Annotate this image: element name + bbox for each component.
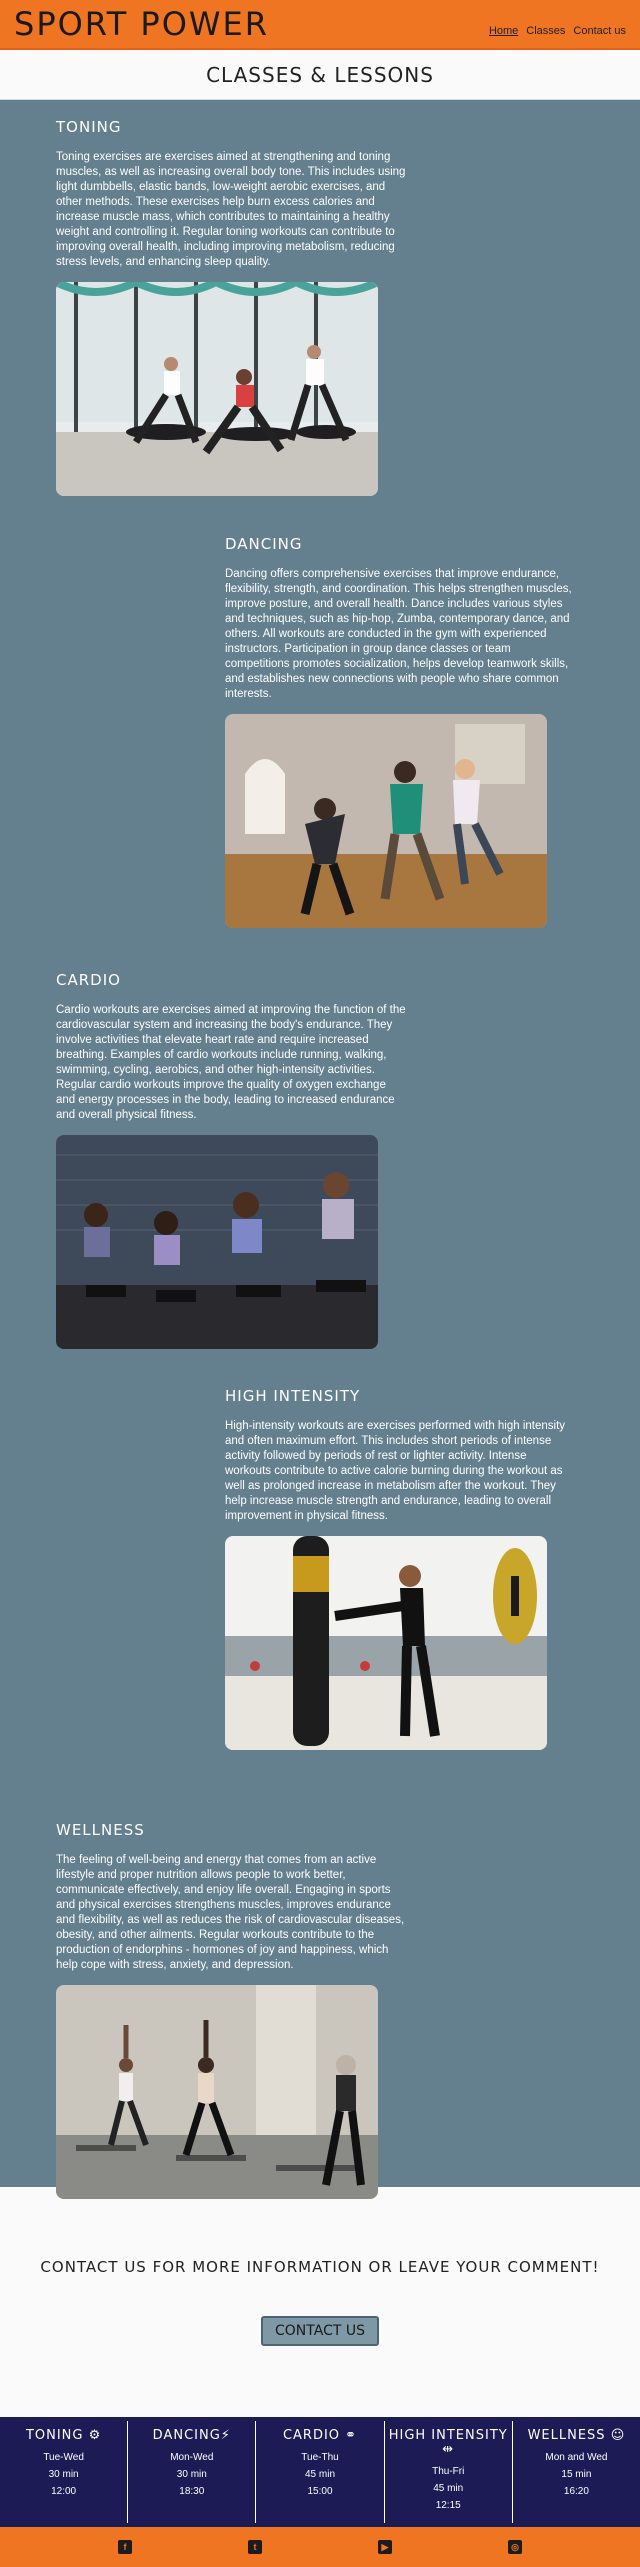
wellness-image	[56, 1985, 378, 2199]
class-toning: TONING Toning exercises are exercises ai…	[56, 118, 406, 496]
youtube-icon[interactable]: ▶	[378, 2540, 392, 2554]
facebook-icon[interactable]: f	[118, 2540, 132, 2554]
schedule-title: TONING ⚙	[26, 2429, 101, 2443]
schedule-bar: TONING ⚙ Tue-Wed 30 min 12:00 DANCING⚡ M…	[0, 2417, 640, 2527]
meditation-icon: ☺	[605, 2428, 626, 2443]
site-footer: f t ▶ ◎	[0, 2527, 640, 2567]
schedule-days: Mon and Wed	[545, 2452, 608, 2463]
schedule-time: 12:15	[435, 2500, 461, 2511]
class-title: TONING	[56, 118, 122, 136]
dumbbell-icon: ⚙	[83, 2428, 102, 2443]
nav-home-link[interactable]: Home	[489, 25, 518, 37]
classes-section: TONING Toning exercises are exercises ai…	[0, 100, 640, 2199]
schedule-time: 18:30	[179, 2486, 205, 2497]
page-title-bar: CLASSES & LESSONS	[0, 50, 640, 100]
schedule-title: DANCING⚡	[153, 2429, 231, 2443]
brand-logo[interactable]: SPORT POWER	[14, 5, 269, 43]
class-high-intensity: HIGH INTENSITY High-intensity workouts a…	[225, 1387, 575, 1750]
schedule-high-intensity: HIGH INTENSITY ⇹ Thu-Fri 45 min 12:15	[385, 2421, 513, 2523]
schedule-name: WELLNESS	[527, 2428, 606, 2443]
class-description: Cardio workouts are exercises aimed at i…	[56, 1004, 406, 1121]
nav-contact-link[interactable]: Contact us	[573, 25, 626, 37]
class-title: CARDIO	[56, 971, 121, 989]
schedule-name: DANCING	[152, 2428, 221, 2443]
schedule-name: CARDIO	[282, 2428, 341, 2443]
schedule-duration: 45 min	[433, 2483, 464, 2494]
toning-photo	[56, 282, 378, 496]
high-intensity-photo	[225, 1536, 547, 1750]
schedule-name: HIGH INTENSITY	[388, 2428, 508, 2443]
schedule-toning: TONING ⚙ Tue-Wed 30 min 12:00	[0, 2421, 129, 2523]
schedule-days: Mon-Wed	[170, 2452, 214, 2463]
class-dancing: DANCING Dancing offers comprehensive exe…	[225, 535, 575, 928]
schedule-dancing: DANCING⚡ Mon-Wed 30 min 18:30	[128, 2421, 257, 2523]
class-description: The feeling of well-being and energy tha…	[56, 1854, 405, 1971]
schedule-days: Tue-Wed	[43, 2452, 84, 2463]
cardio-photo	[56, 1135, 378, 1349]
schedule-time: 15:00	[307, 2486, 333, 2497]
dancing-photo	[225, 714, 547, 928]
schedule-wellness: WELLNESS ☺ Mon and Wed 15 min 16:20	[513, 2421, 640, 2523]
schedule-days: Tue-Thu	[301, 2452, 339, 2463]
weight-icon: ⇹	[442, 2442, 455, 2457]
schedule-duration: 30 min	[176, 2469, 207, 2480]
class-description: Toning exercises are exercises aimed at …	[56, 151, 406, 268]
page-title: CLASSES & LESSONS	[206, 62, 434, 87]
lightning-icon: ⚡	[220, 2428, 231, 2443]
schedule-title: CARDIO ⚭	[283, 2429, 357, 2443]
schedule-duration: 30 min	[48, 2469, 79, 2480]
class-cardio: CARDIO Cardio workouts are exercises aim…	[56, 971, 406, 1349]
instagram-icon[interactable]: ◎	[508, 2540, 522, 2554]
contact-prompt: CONTACT US FOR MORE INFORMATION OR LEAVE…	[40, 2258, 600, 2276]
schedule-duration: 45 min	[305, 2469, 336, 2480]
cardio-image	[56, 1135, 378, 1349]
toning-image	[56, 282, 378, 496]
schedule-time: 12:00	[51, 2486, 77, 2497]
schedule-cardio: CARDIO ⚭ Tue-Thu 45 min 15:00	[256, 2421, 385, 2523]
class-title: WELLNESS	[56, 1821, 145, 1839]
class-title: HIGH INTENSITY	[225, 1387, 361, 1405]
schedule-days: Thu-Fri	[432, 2466, 465, 2477]
contact-us-button[interactable]: CONTACT US	[261, 2316, 379, 2346]
site-header: SPORT POWER Home Classes Contact us	[0, 0, 640, 50]
main-nav: Home Classes Contact us	[489, 25, 626, 37]
class-description: High-intensity workouts are exercises pe…	[225, 1420, 566, 1522]
bicycle-icon: ⚭	[340, 2428, 358, 2443]
nav-classes-link[interactable]: Classes	[526, 25, 565, 37]
high-intensity-image	[225, 1536, 547, 1750]
contact-section: CONTACT US FOR MORE INFORMATION OR LEAVE…	[0, 2187, 640, 2417]
wellness-photo	[56, 1985, 378, 2199]
class-description: Dancing offers comprehensive exercises t…	[225, 568, 572, 700]
schedule-duration: 15 min	[561, 2469, 592, 2480]
class-title: DANCING	[225, 535, 303, 553]
schedule-title: WELLNESS ☺	[528, 2429, 626, 2443]
schedule-title: HIGH INTENSITY ⇹	[385, 2429, 512, 2457]
schedule-time: 16:20	[563, 2486, 589, 2497]
twitter-icon[interactable]: t	[248, 2540, 262, 2554]
dancing-image	[225, 714, 547, 928]
class-wellness: WELLNESS The feeling of well-being and e…	[56, 1821, 406, 2199]
schedule-name: TONING	[25, 2428, 84, 2443]
